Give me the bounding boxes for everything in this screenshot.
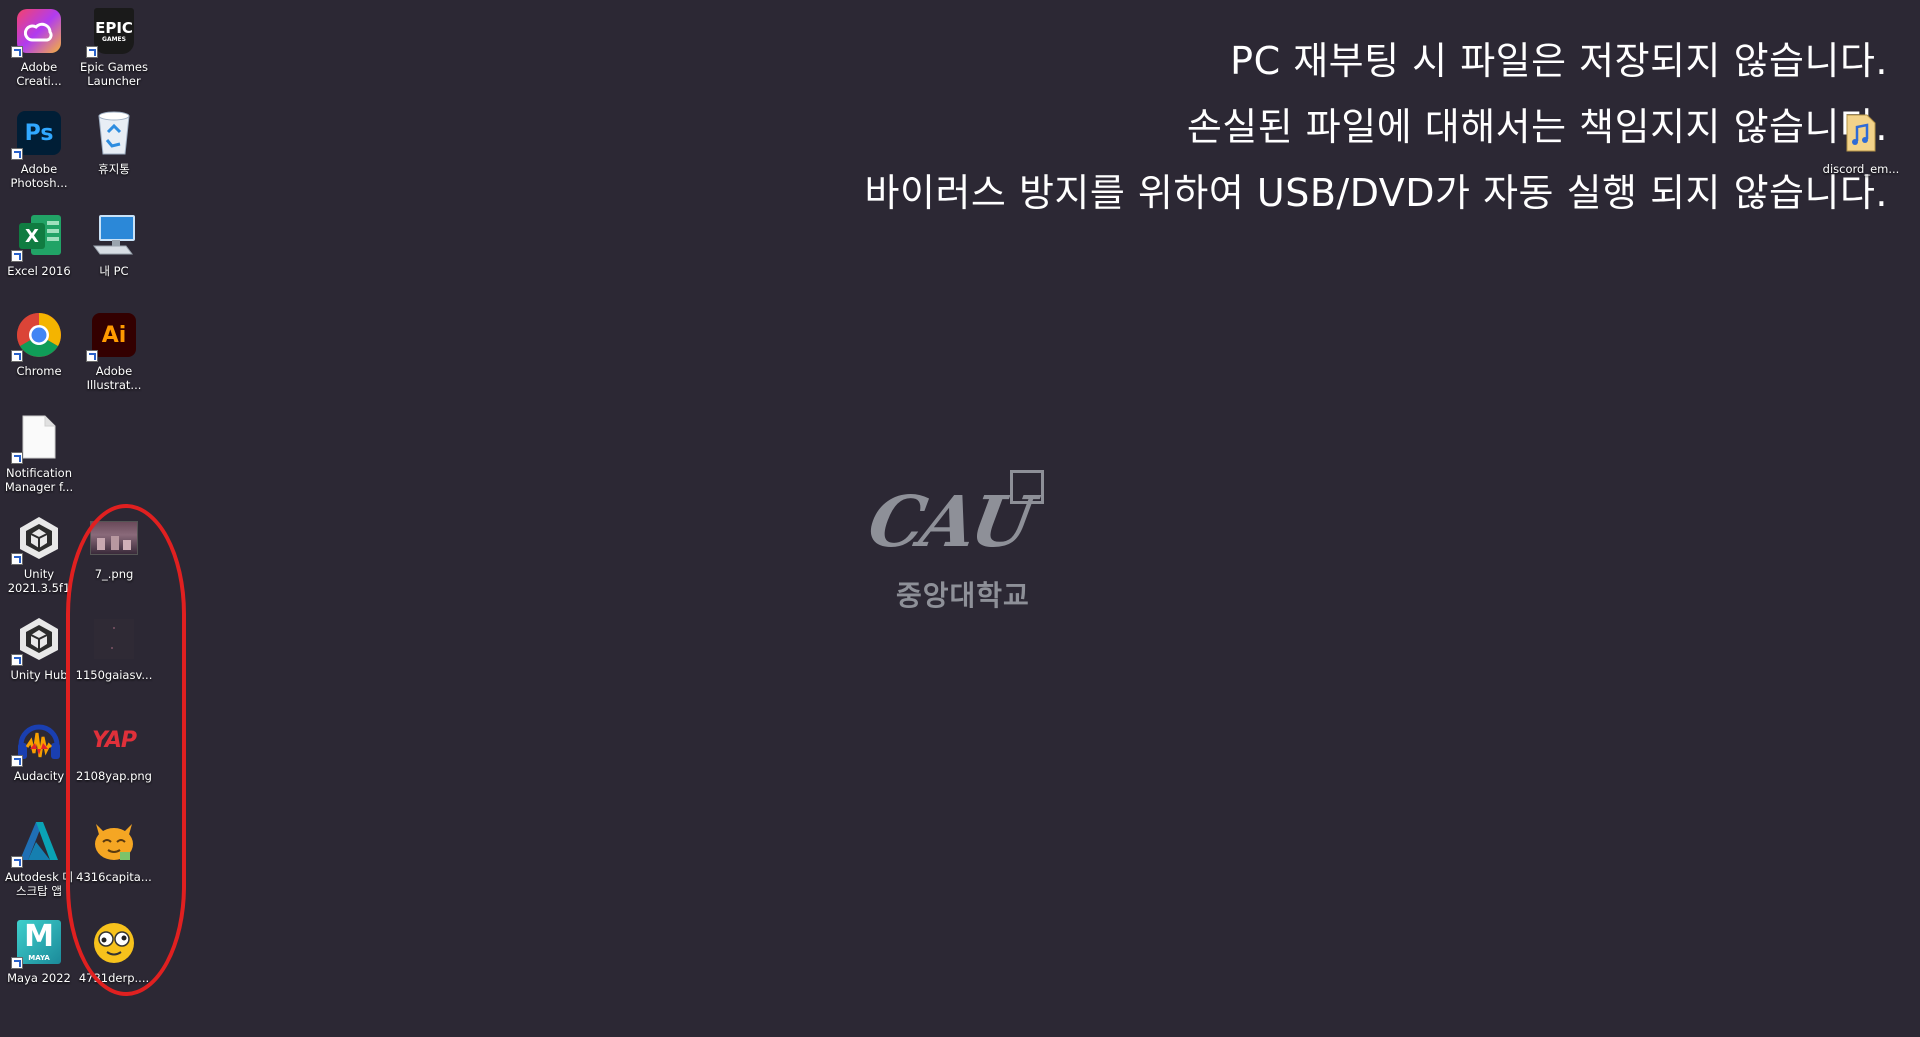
unity-icon <box>11 513 64 565</box>
desktop-icon-epic-games[interactable]: EPIC GAMES Epic Games Launcher <box>75 2 153 98</box>
icon-label: Adobe Illustrat... <box>86 364 142 392</box>
audacity-icon <box>11 715 64 767</box>
cau-logo: CAU 중앙대학교 <box>863 462 1058 622</box>
icon-label: Epic Games Launcher <box>80 60 148 88</box>
notice-line-2: 손실된 파일에 대해서는 책임지지 않습니다. <box>1186 105 1888 149</box>
desktop-icon-photoshop[interactable]: Ps Adobe Photosh... <box>0 104 78 200</box>
blank-file-icon <box>11 412 64 464</box>
icon-label: 내 PC <box>99 264 129 278</box>
notice-line-1: PC 재부팅 시 파일은 저장되지 않습니다. <box>1230 39 1888 83</box>
icon-label: Excel 2016 <box>7 264 71 278</box>
icon-label: discord_em... <box>1822 162 1900 176</box>
red-highlight-outline <box>66 504 186 996</box>
adobe-creative-cloud-icon <box>11 6 64 58</box>
logo-cau-text: CAU <box>862 480 1037 563</box>
desktop-icon-notification-manager[interactable]: Notification Manager f... <box>0 408 78 504</box>
logo-korean-name: 중앙대학교 <box>896 579 1030 612</box>
desktop-icon-excel[interactable]: X Excel 2016 <box>0 206 78 302</box>
desktop-icon-chrome[interactable]: Chrome <box>0 306 78 402</box>
illustrator-icon: Ai <box>86 310 139 362</box>
icon-label: Notification Manager f... <box>4 466 74 494</box>
icon-label: Adobe Photosh... <box>10 162 68 190</box>
unity-hub-icon <box>11 614 64 666</box>
computer-icon <box>89 210 139 260</box>
icon-label: 휴지통 <box>98 162 130 176</box>
icon-label: Adobe Creati... <box>16 60 62 88</box>
photoshop-icon: Ps <box>11 108 64 160</box>
desktop-icon-illustrator[interactable]: Ai Adobe Illustrat... <box>75 306 153 402</box>
desktop-icon-discord-em[interactable]: discord_em... <box>1822 104 1900 200</box>
maya-icon: M MAYA <box>11 917 64 969</box>
autodesk-icon <box>11 816 64 868</box>
excel-icon: X <box>11 210 64 262</box>
desktop-icon-recycle-bin[interactable]: 휴지통 <box>75 104 153 200</box>
desktop-icon-adobe-creative-cloud[interactable]: Adobe Creati... <box>0 2 78 98</box>
chrome-icon <box>11 310 64 362</box>
desktop-icon-my-pc[interactable]: 내 PC <box>75 206 153 302</box>
recycle-bin-icon <box>89 108 139 158</box>
epic-games-icon: EPIC GAMES <box>86 6 139 58</box>
audio-file-icon <box>1836 108 1886 158</box>
icon-label: Chrome <box>16 364 62 378</box>
desktop-icon-maya[interactable]: M MAYA Maya 2022 <box>0 913 78 1009</box>
icon-label: Maya 2022 <box>7 971 71 985</box>
notice-line-3: 바이러스 방지를 위하여 USB/DVD가 자동 실행 되지 않습니다. <box>864 171 1888 215</box>
desktop-notice: PC 재부팅 시 파일은 저장되지 않습니다. 손실된 파일에 대해서는 책임지… <box>865 28 1888 226</box>
